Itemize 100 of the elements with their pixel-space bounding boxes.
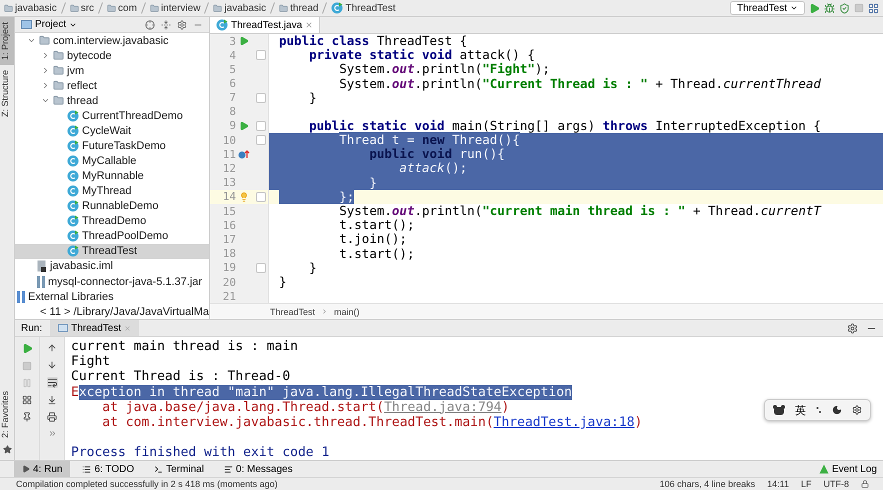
caret-icon xyxy=(790,4,798,12)
separator-icon xyxy=(140,2,146,14)
language-toggle[interactable]: 英 xyxy=(795,402,806,418)
line-number: 19 xyxy=(222,261,236,274)
breadcrumb-item[interactable]: javabasic xyxy=(4,2,57,14)
tree-item[interactable]: ThreadDemo xyxy=(15,214,209,229)
line-number: 14 xyxy=(222,190,236,204)
breadcrumb-item[interactable]: com xyxy=(107,2,137,14)
pin-icon[interactable] xyxy=(22,412,32,422)
folder-icon xyxy=(53,80,64,92)
tree-item[interactable]: RunnableDemo xyxy=(15,198,209,214)
bug-icon[interactable] xyxy=(824,2,835,14)
folder-icon xyxy=(53,95,64,106)
tool-window-tab[interactable]: 6: TODO xyxy=(74,461,142,477)
breadcrumb-item[interactable]: ThreadTest xyxy=(331,2,396,14)
fold-marker-icon[interactable] xyxy=(256,120,266,131)
line-number: 5 xyxy=(228,62,236,76)
tree-item[interactable]: javabasic.iml xyxy=(15,258,209,274)
print-icon[interactable] xyxy=(47,412,57,422)
tree-item[interactable]: com.interview.javabasic xyxy=(15,33,209,48)
locate-icon[interactable] xyxy=(145,20,155,30)
soft-wrap-icon[interactable] xyxy=(46,377,58,388)
tree-item[interactable]: jvm xyxy=(15,63,209,78)
fold-marker-icon[interactable] xyxy=(256,135,266,146)
tree-item[interactable]: reflect xyxy=(15,78,209,94)
status-message: Compilation completed successfully in 2 s 418 ms (moments ago) xyxy=(16,479,278,489)
console-line: at com.interview.javabasic.thread.ThreadTest.main(ThreadTest.java:18) xyxy=(101,414,642,430)
settings-icon[interactable] xyxy=(177,20,187,30)
caret-position[interactable]: 14:11 xyxy=(767,479,789,489)
run-icon[interactable] xyxy=(239,120,249,131)
breadcrumb-item[interactable]: main() xyxy=(334,306,360,316)
tool-window-tab[interactable]: 4: Run xyxy=(14,461,70,477)
tree-item[interactable]: FutureTaskDemo xyxy=(15,138,209,154)
fold-marker-icon[interactable] xyxy=(256,262,266,273)
line-number: 18 xyxy=(222,247,236,260)
lock-icon[interactable] xyxy=(861,480,869,488)
breadcrumb-item[interactable]: thread xyxy=(279,2,318,14)
event-log-button[interactable]: Event Log xyxy=(818,464,883,474)
tree-item[interactable]: < 11 > /Library/Java/JavaVirtualMa xyxy=(15,304,209,320)
scroll-to-end-icon[interactable] xyxy=(47,395,57,405)
tool-window-tab[interactable]: 1: Project xyxy=(0,17,14,66)
run-tab[interactable]: ThreadTest xyxy=(50,320,140,336)
event-log-icon xyxy=(818,464,829,474)
up-arrow-icon[interactable] xyxy=(47,343,57,353)
shield-icon[interactable] xyxy=(839,2,850,14)
tree-item[interactable]: bytecode xyxy=(15,48,209,64)
tool-window-tab[interactable]: 0: Messages xyxy=(216,461,301,477)
tree-item[interactable]: MyThread xyxy=(15,184,209,199)
encoding[interactable]: UTF-8 xyxy=(824,479,849,489)
settings-icon[interactable] xyxy=(852,405,862,415)
override-marker-icon[interactable] xyxy=(238,149,250,160)
line-separator[interactable]: LF xyxy=(800,479,812,489)
project-view-dropdown[interactable]: Project xyxy=(21,19,78,30)
run-configuration-dropdown[interactable]: ThreadTest xyxy=(730,1,805,15)
tree-item[interactable]: ThreadTest xyxy=(15,244,209,259)
punctuation-icon[interactable] xyxy=(816,406,822,414)
line-number: 10 xyxy=(222,134,236,147)
tree-item[interactable]: MyRunnable xyxy=(15,168,209,184)
line-number: 16 xyxy=(222,218,236,232)
code-line: private static void attack() { xyxy=(309,48,536,62)
settings-icon[interactable] xyxy=(847,322,858,334)
fold-marker-icon[interactable] xyxy=(256,92,266,103)
runnable-class-icon xyxy=(67,200,79,212)
tree-item[interactable]: CurrentThreadDemo xyxy=(15,108,209,124)
code-line: System.out.println("Fight"); xyxy=(339,62,551,77)
grid-icon[interactable] xyxy=(868,2,879,14)
fold-marker-icon[interactable] xyxy=(256,50,266,60)
collapse-all-icon[interactable] xyxy=(161,20,171,30)
tool-window-tab[interactable]: Terminal xyxy=(146,461,212,477)
tree-item[interactable]: External Libraries xyxy=(15,289,209,304)
tool-window-tab[interactable]: Z: Structure xyxy=(0,65,14,122)
fold-marker-icon[interactable] xyxy=(256,192,266,202)
breadcrumb-item[interactable]: interview xyxy=(150,2,200,14)
breadcrumb-item[interactable]: javabasic xyxy=(213,2,266,14)
grid-icon[interactable] xyxy=(22,395,32,405)
folder-icon xyxy=(53,65,64,76)
tree-item[interactable]: mysql-connector-java-5.1.37.jar xyxy=(15,274,209,290)
code-line: t.start(); xyxy=(338,218,416,232)
breadcrumb-item[interactable]: ThreadTest xyxy=(270,306,316,316)
runnable-class-icon xyxy=(67,215,79,228)
folder-icon xyxy=(70,4,79,12)
separator-icon xyxy=(204,2,210,14)
run-icon[interactable] xyxy=(809,2,820,14)
more-icon[interactable] xyxy=(48,429,56,438)
lightbulb-icon[interactable] xyxy=(239,192,249,202)
folder-icon xyxy=(213,4,222,12)
close-icon[interactable] xyxy=(305,21,314,29)
breadcrumb-item[interactable]: src xyxy=(70,2,94,14)
moon-icon[interactable] xyxy=(832,405,842,415)
rerun-icon[interactable] xyxy=(22,343,32,354)
tree-item[interactable]: thread xyxy=(15,93,209,108)
tree-item[interactable]: ThreadPoolDemo xyxy=(15,228,209,244)
run-icon[interactable] xyxy=(239,36,249,46)
line-number: 12 xyxy=(222,162,236,175)
tool-window-tab[interactable]: 2: Favorites xyxy=(0,386,14,443)
bear-icon[interactable] xyxy=(773,405,785,415)
tree-item[interactable]: MyCallable xyxy=(15,154,209,169)
editor-tab[interactable]: ThreadTest.java xyxy=(210,17,320,33)
down-arrow-icon[interactable] xyxy=(47,360,57,370)
tree-item[interactable]: CycleWait xyxy=(15,124,209,139)
